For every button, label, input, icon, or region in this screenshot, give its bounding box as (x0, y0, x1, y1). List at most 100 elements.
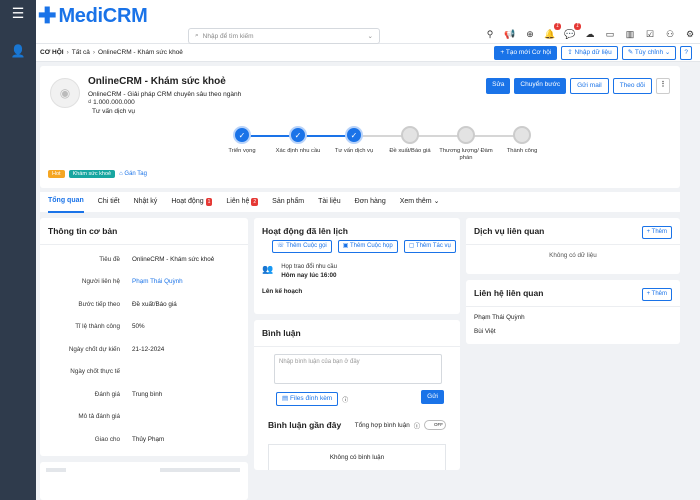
add-meeting-button[interactable]: ▣ Thêm Cuộc họp (337, 240, 398, 253)
more-options-icon[interactable]: ⋮ (656, 78, 670, 94)
info-label: Mô tả đánh giá (78, 413, 120, 420)
next-stage-button[interactable]: Chuyển bước (514, 78, 567, 94)
help-button[interactable]: ? (680, 46, 692, 60)
location-icon[interactable]: ⚲ (484, 28, 496, 40)
info-value: 50% (132, 323, 145, 330)
tab-label: Nhật ký (133, 198, 158, 205)
contact-item[interactable]: Bùi Việt (474, 328, 496, 335)
search-input[interactable]: ⌕ Nhập để tìm kiếm ⌄ (188, 28, 380, 44)
gear-icon[interactable]: ⚙ (684, 28, 696, 40)
import-label: Nhập dữ liệu (574, 49, 612, 56)
contact-item[interactable]: Phạm Thái Quỳnh (474, 314, 525, 321)
meeting-icon: ▣ (342, 243, 350, 249)
pipeline-step[interactable]: ✓ Xác định nhu cầu (268, 126, 328, 155)
deal-subtitle: OnlineCRM - Giải pháp CRM chuyên sâu the… (88, 91, 242, 98)
pipeline-step-label: Xác định nhu cầu (275, 148, 321, 154)
tag-list: Hot Khám sức khoẻ ⌂ Gán Tag (48, 170, 147, 178)
deal-amount: ₫ 1.000.000.000 (88, 99, 135, 106)
basic-info-title: Thông tin cơ bản (48, 226, 118, 236)
pipeline-step[interactable]: ✓ Triển vọng (212, 126, 272, 155)
add-contact-button[interactable]: + Thêm (641, 288, 672, 301)
info-label: Ngày chốt dự kiến (68, 345, 120, 353)
tab-item[interactable]: Đơn hàng (355, 192, 386, 212)
tab-label: Chi tiết (97, 198, 120, 205)
info-label: Tỉ lệ thành công (75, 323, 120, 330)
tab-item[interactable]: Sản phẩm (272, 192, 304, 212)
bell-icon[interactable]: 🔔 1 (544, 23, 561, 40)
attach-button[interactable]: ▤ Files đính kèm ⓘ (276, 392, 348, 406)
phone-icon: ☏ (277, 243, 287, 249)
add-call-button[interactable]: ☏ Thêm Cuộc gọi (272, 240, 332, 253)
top-bar: ✚ MediCRM ⌕ Nhập để tìm kiếm ⌄ ⚲ 📢 ⊕ 🔔 1 … (36, 0, 700, 44)
attach-files-button[interactable]: ▤ Files đính kèm (276, 392, 339, 406)
placeholder-bar (46, 468, 66, 472)
summary-toggle[interactable]: OFF (424, 420, 446, 430)
new-opportunity-button[interactable]: + Tạo mới Cơ hội (494, 46, 558, 60)
add-tag-button[interactable]: ⌂ Gán Tag (119, 171, 147, 177)
import-button[interactable]: ⇪ Nhập dữ liệu (561, 46, 618, 60)
chevron-down-icon: ⌄ (433, 198, 440, 205)
pipeline-step[interactable]: ✓ Tư vấn dịch vụ (324, 126, 384, 155)
task-icon: ▢ (408, 243, 416, 249)
attach-label: Files đính kèm (289, 395, 333, 402)
pipeline-step-label: Thương lượng/ Đàm phán (439, 148, 493, 161)
left-rail-bottom (0, 470, 36, 500)
check-circle-icon: ✓ (345, 126, 363, 144)
checkbox-icon[interactable]: ☑ (644, 28, 656, 40)
logo-text: MediCRM (58, 4, 148, 27)
app-logo[interactable]: ✚ MediCRM (38, 3, 148, 28)
left-rail: ☰ 👤 (0, 0, 36, 500)
breadcrumb-separator: › (92, 49, 96, 56)
tab-label: Đơn hàng (354, 198, 386, 205)
tab-item[interactable]: Tài liệu (318, 192, 341, 212)
activity-item[interactable]: 👥 Họp trao đổi nhu cầu Hôm nay lúc 16:00 (262, 264, 337, 279)
tab-item[interactable]: Nhật ký (134, 192, 158, 212)
tab-item[interactable]: Tổng quan (48, 191, 84, 213)
tab-count-badge: 2 (251, 198, 259, 206)
activity-time: Hôm nay lúc 16:00 (281, 272, 337, 279)
info-row: Bước tiếp theo Đề xuất/Báo giá (40, 293, 248, 315)
add-meeting-label: Thêm Cuộc họp (349, 243, 393, 249)
tab-item[interactable]: Hoạt động 1 (171, 192, 213, 212)
pipeline-step[interactable]: Đề xuất/Báo giá (380, 126, 440, 155)
tab-item[interactable]: Liên hệ 2 (226, 192, 259, 212)
tab-item[interactable]: Xem thêm ⌄ (400, 192, 440, 212)
breadcrumb-level2[interactable]: Tất cả (72, 49, 90, 56)
info-value[interactable]: Phạm Thái Quỳnh (132, 278, 183, 285)
breadcrumb-current: OnlineCRM - Khám sức khoẻ (98, 49, 183, 56)
recent-comments-title: Bình luận gần đây (268, 420, 342, 430)
tag[interactable]: Hot (48, 170, 65, 178)
info-label: Ngày chốt thực tế (70, 368, 120, 375)
comment-input[interactable]: Nhập bình luận của bạn ở đây (274, 354, 442, 384)
chat-icon[interactable]: 💬 1 (564, 23, 581, 40)
tab-label: Sản phẩm (272, 198, 305, 205)
activities-card: Hoạt động đã lên lịch ☏ Thêm Cuộc gọi ▣ … (254, 218, 460, 314)
edit-button[interactable]: Sửa (486, 78, 511, 94)
deal-actions: Sửa Chuyển bước Gửi mail Theo dõi ⋮ (486, 78, 670, 94)
check-circle-icon: ✓ (233, 126, 251, 144)
profile-icon[interactable]: ⚇ (664, 28, 676, 40)
add-circle-icon[interactable]: ⊕ (524, 28, 536, 40)
cloud-icon[interactable]: ☁ (584, 28, 596, 40)
circle-icon (457, 126, 475, 144)
breadcrumb: CƠ HỘI › Tất cả › OnlineCRM - Khám sức k… (36, 44, 700, 62)
add-task-button[interactable]: ▢ Thêm Tác vụ (403, 240, 456, 253)
pipeline-step[interactable]: Thành công (492, 126, 552, 155)
info-icon: ⓘ (342, 397, 349, 404)
tab-item[interactable]: Chi tiết (98, 192, 120, 212)
user-icon[interactable]: 👤 (10, 44, 26, 60)
comments-empty: Không có bình luận (268, 444, 446, 470)
pipeline-step[interactable]: Thương lượng/ Đàm phán (436, 126, 496, 162)
tag[interactable]: Khám sức khoẻ (68, 170, 116, 178)
add-service-button[interactable]: + Thêm (641, 226, 672, 239)
send-mail-button[interactable]: Gửi mail (570, 78, 609, 94)
hamburger-menu-icon[interactable]: ☰ (8, 6, 28, 20)
send-comment-button[interactable]: Gửi (421, 390, 444, 404)
breadcrumb-root[interactable]: CƠ HỘI (40, 49, 64, 56)
divider (466, 244, 680, 245)
follow-button[interactable]: Theo dõi (612, 78, 652, 94)
chart-icon[interactable]: ▥ (624, 28, 636, 40)
calendar-icon[interactable]: ▭ (604, 28, 616, 40)
megaphone-icon[interactable]: 📢 (504, 28, 516, 40)
customize-button[interactable]: ✎ Tùy chỉnh ⌄ (621, 46, 677, 60)
